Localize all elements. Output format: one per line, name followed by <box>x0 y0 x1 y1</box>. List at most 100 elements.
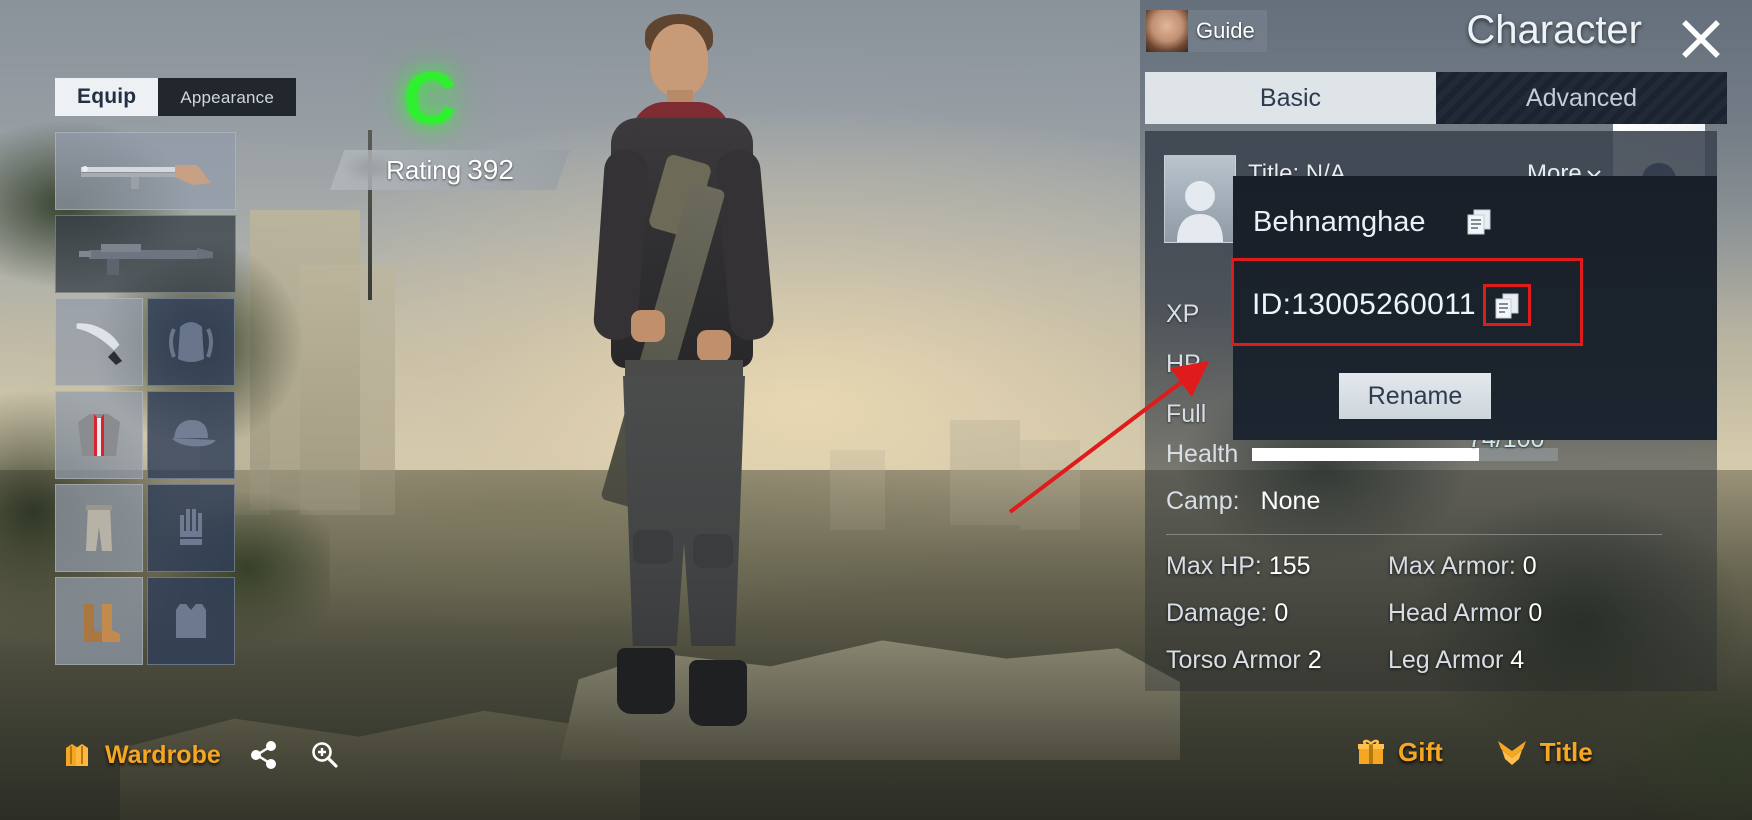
panel-header: Guide Character <box>1140 0 1752 72</box>
wardrobe-icon <box>66 744 88 766</box>
equip-slot-primary-weapon-shotgun[interactable] <box>55 132 236 210</box>
camp-label: Camp: <box>1166 487 1240 515</box>
rating-grade: C <box>403 57 457 140</box>
stat-value: 0 <box>1522 552 1537 580</box>
stat-label: Damage: <box>1166 599 1268 627</box>
character-hand-right <box>697 330 731 362</box>
stats-row: Damage: 0 Head Armor 0 <box>1166 599 1686 628</box>
machete-icon <box>75 322 122 365</box>
gift-button[interactable]: Gift <box>1355 736 1443 768</box>
avatar[interactable] <box>1164 155 1236 243</box>
character-kneepad <box>633 530 673 564</box>
gift-icon <box>1358 739 1384 764</box>
health-bar-fill <box>1252 448 1479 461</box>
stat-value: 155 <box>1268 552 1311 580</box>
guide-avatar <box>1146 10 1188 52</box>
panel-tabs: Basic Advanced <box>1145 72 1727 124</box>
share-button[interactable] <box>247 738 281 772</box>
rename-button[interactable]: Rename <box>1339 373 1491 419</box>
tab-appearance[interactable]: Appearance <box>158 78 297 116</box>
title-badge-icon <box>1497 741 1526 765</box>
equip-slot-boots[interactable] <box>55 577 143 665</box>
player-name: Behnamghae <box>1253 206 1426 238</box>
backpack-icon <box>169 322 213 362</box>
rifle-icon <box>78 244 213 275</box>
pants-icon <box>86 505 112 551</box>
title-button[interactable]: Title <box>1495 737 1593 768</box>
character-kneepad <box>693 534 733 568</box>
equip-slot-secondary-weapon-rifle[interactable] <box>55 215 236 293</box>
equip-slot-backpack[interactable] <box>147 298 235 386</box>
wardrobe-button[interactable]: Wardrobe <box>60 738 221 772</box>
equipment-grid <box>55 132 240 670</box>
rating-value: 392 <box>467 154 514 185</box>
equip-slot-melee-weapon-machete[interactable] <box>55 298 143 386</box>
rating-label: Rating <box>386 154 462 185</box>
cap-icon <box>172 420 216 447</box>
stats-grid: Max HP: 155 Max Armor: 0 Damage: 0 Head … <box>1166 552 1686 693</box>
stat-label: Max HP: <box>1166 552 1262 580</box>
glove-icon <box>180 509 202 545</box>
copy-icon <box>1467 209 1491 235</box>
character-head <box>650 24 708 96</box>
background-building <box>1020 440 1080 530</box>
zoom-in-button[interactable] <box>307 738 341 772</box>
health-label: Health <box>1166 440 1239 468</box>
stat-label: Leg Armor <box>1388 646 1504 674</box>
zoom-in-icon <box>311 742 338 768</box>
stat-max-hp: Max HP: 155 <box>1166 552 1388 581</box>
player-id: ID:13005260011 <box>1252 288 1476 321</box>
rating-badge: C Rating 392 <box>330 60 590 190</box>
camp-value: None <box>1260 487 1321 515</box>
equip-slot-pants[interactable] <box>55 484 143 572</box>
character-hand-left <box>631 310 665 342</box>
stat-value: 2 <box>1307 646 1322 674</box>
character-pants <box>623 376 745 646</box>
equip-row <box>55 391 240 479</box>
tab-basic[interactable]: Basic <box>1145 72 1436 124</box>
equip-slot-vest[interactable] <box>147 577 235 665</box>
rating-plate: Rating 392 <box>330 150 570 190</box>
stats-divider <box>1166 534 1662 535</box>
health-row: Health <box>1166 440 1706 469</box>
background-building <box>830 450 885 530</box>
stat-leg-armor: Leg Armor 4 <box>1388 646 1610 675</box>
background-building <box>950 420 1020 525</box>
guide-label: Guide <box>1196 18 1255 43</box>
stat-label: Head Armor <box>1388 599 1522 627</box>
equip-row <box>55 215 240 293</box>
copy-icon <box>1495 293 1519 319</box>
vest-icon <box>176 604 206 638</box>
title-label: Title <box>1539 736 1593 767</box>
tab-equip[interactable]: Equip <box>55 78 159 116</box>
equip-slot-helmet[interactable] <box>147 391 235 479</box>
stat-value: 0 <box>1274 599 1289 627</box>
close-icon <box>1682 20 1720 58</box>
tab-advanced[interactable]: Advanced <box>1436 72 1727 124</box>
copy-id-button[interactable] <box>1483 284 1531 326</box>
equip-tabs: Equip Appearance <box>55 78 297 116</box>
copy-name-button[interactable] <box>1464 206 1494 236</box>
stat-label: Max Armor: <box>1388 552 1516 580</box>
stats-row: Torso Armor 2 Leg Armor 4 <box>1166 646 1686 675</box>
game-screen: C Rating 392 Equip Appearance Wardrobe G… <box>0 0 1752 820</box>
stat-value: 0 <box>1528 599 1543 627</box>
guide-button[interactable]: Guide <box>1146 10 1267 52</box>
equip-slot-gloves[interactable] <box>147 484 235 572</box>
equip-slot-jacket[interactable] <box>55 391 143 479</box>
boots-icon <box>84 604 120 642</box>
close-button[interactable] <box>1674 12 1728 66</box>
equip-row <box>55 132 240 210</box>
character-boot-left <box>617 648 675 714</box>
wardrobe-label: Wardrobe <box>105 740 221 769</box>
stats-row: Max HP: 155 Max Armor: 0 <box>1166 552 1686 581</box>
stat-torso-armor: Torso Armor 2 <box>1166 646 1388 675</box>
equip-row <box>55 484 240 572</box>
jacket-icon <box>78 414 120 456</box>
stat-damage: Damage: 0 <box>1166 599 1388 628</box>
stat-value: 4 <box>1510 646 1525 674</box>
character-boot-right <box>689 660 747 726</box>
stat-head-armor: Head Armor 0 <box>1388 599 1610 628</box>
stat-max-armor: Max Armor: 0 <box>1388 552 1610 581</box>
gift-label: Gift <box>1398 736 1443 767</box>
